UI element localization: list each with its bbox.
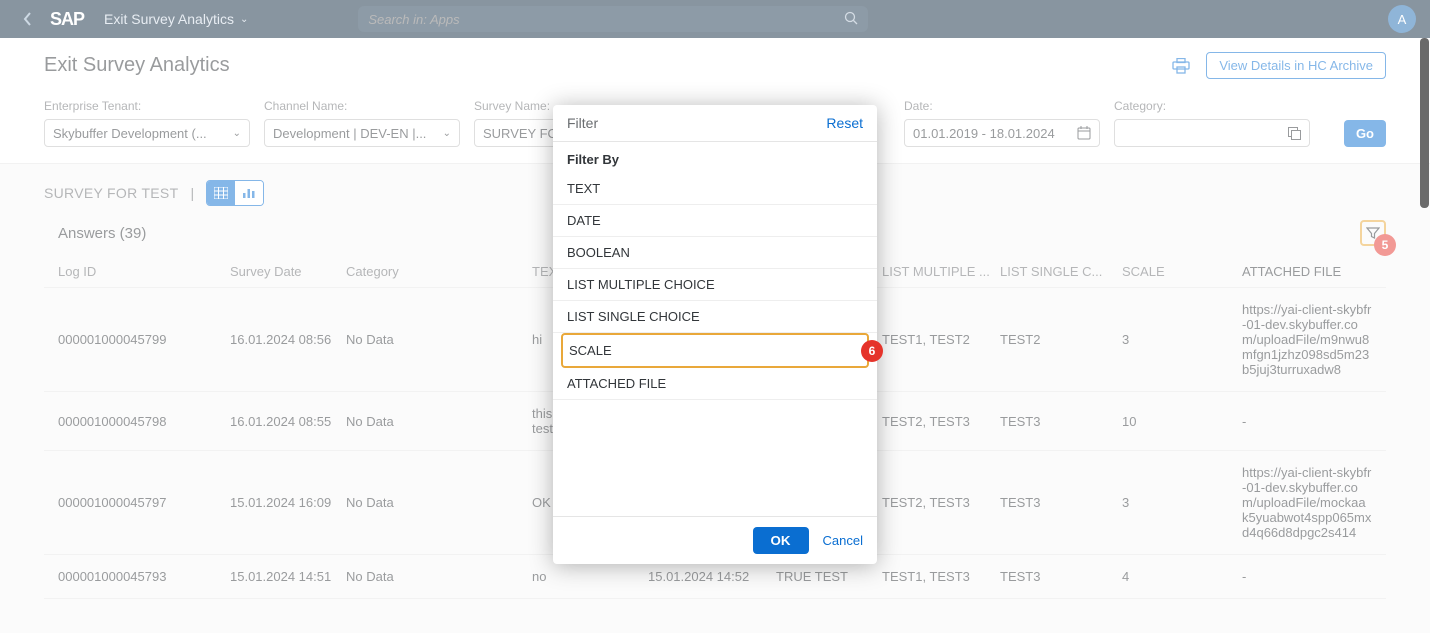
filter-list: TEXTDATEBOOLEANLIST MULTIPLE CHOICELIST … xyxy=(553,173,877,400)
filter-item[interactable]: ATTACHED FILE xyxy=(553,368,877,400)
filter-dialog: Filter Reset Filter By TEXTDATEBOOLEANLI… xyxy=(553,105,877,564)
filter-by-label: Filter By xyxy=(553,142,877,173)
reset-link[interactable]: Reset xyxy=(826,115,863,131)
cancel-link[interactable]: Cancel xyxy=(823,533,863,548)
vertical-scrollbar[interactable] xyxy=(1420,38,1429,208)
filter-item-badge: 6 xyxy=(861,340,883,362)
filter-item[interactable]: BOOLEAN xyxy=(553,237,877,269)
filter-item[interactable]: DATE xyxy=(553,205,877,237)
filter-item[interactable]: SCALE6 xyxy=(561,333,869,368)
filter-item[interactable]: LIST MULTIPLE CHOICE xyxy=(553,269,877,301)
filter-item[interactable]: LIST SINGLE CHOICE xyxy=(553,301,877,333)
ok-button[interactable]: OK xyxy=(753,527,809,554)
filter-item[interactable]: TEXT xyxy=(553,173,877,205)
dialog-title: Filter xyxy=(567,115,598,131)
